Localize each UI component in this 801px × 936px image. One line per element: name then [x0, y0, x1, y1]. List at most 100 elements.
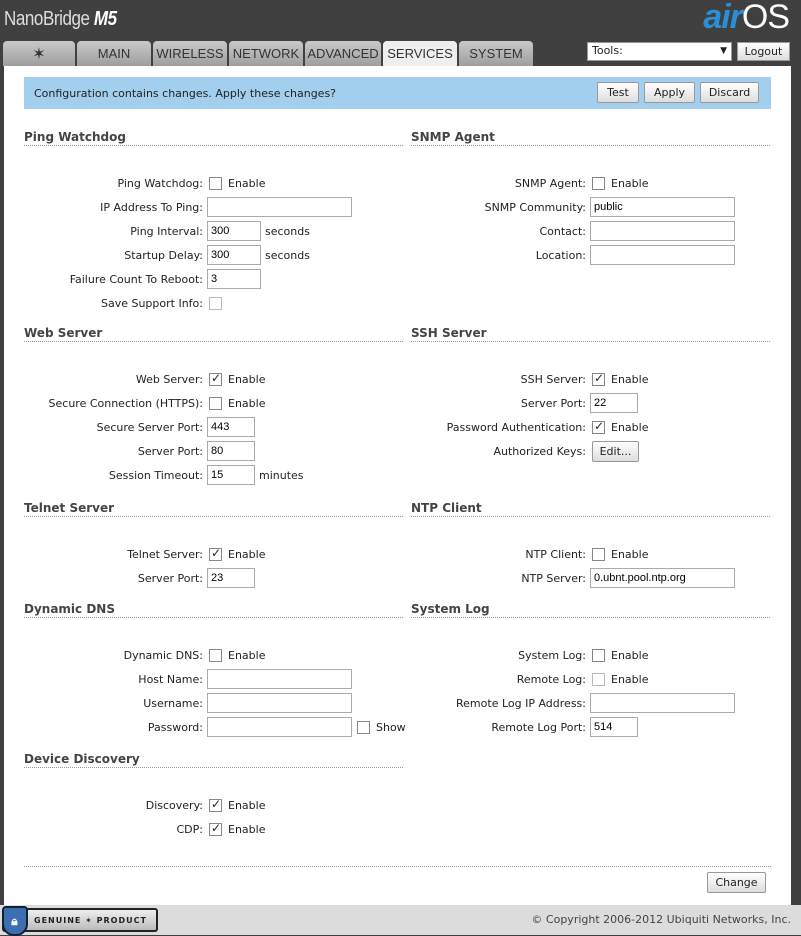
ntp-row-ntp-server: NTP Server: [411, 566, 770, 590]
server-port-input[interactable] [207, 568, 255, 588]
contact-input[interactable] [590, 221, 735, 241]
snmp-agent-checkbox[interactable] [592, 176, 605, 190]
ping-watchdog-checkbox[interactable] [209, 176, 222, 190]
web-row-web-server: Web Server: Enable [24, 367, 403, 391]
tab-main[interactable]: MAIN [77, 41, 151, 66]
ssh-server-label: SSH Server: [520, 372, 586, 386]
chevron-down-icon: ▼ [720, 46, 727, 56]
server-port-label: Server Port: [137, 571, 203, 585]
remote-log-ip-address-input[interactable] [590, 693, 735, 713]
password-show-checkbox[interactable] [357, 720, 370, 734]
syslog-row-remote-log-ip-address: Remote Log IP Address: [411, 691, 770, 715]
server-port-input[interactable] [590, 393, 638, 413]
ntp-section-title: NTP Client [411, 501, 770, 517]
ddns-row-dynamic-dns: Dynamic DNS: Enable [24, 643, 403, 667]
host-name-input[interactable] [207, 669, 352, 689]
remote-log-port-input[interactable] [590, 717, 638, 737]
secure-server-port-label: Secure Server Port: [96, 420, 203, 434]
secure-server-port-input[interactable] [207, 417, 255, 437]
tab-home[interactable]: ✶ [3, 41, 75, 66]
ping-row-ip-address-to-ping: IP Address To Ping: [24, 195, 403, 219]
discard-button[interactable]: Discard [700, 82, 759, 103]
tab-wireless[interactable]: WIRELESS [153, 41, 227, 66]
cdp-checkbox[interactable] [209, 821, 222, 836]
main-tabs: ✶ MAIN WIRELESS NETWORK ADVANCED SERVICES SYST… [3, 41, 533, 66]
ssh-section: SSH Server SSH Server: Enable Server Port: P… [411, 326, 770, 463]
ping-watchdog-checkbox-label: Enable [228, 176, 266, 190]
location-input[interactable] [590, 245, 735, 265]
tab-advanced[interactable]: ADVANCED [305, 41, 381, 66]
tab-services[interactable]: SERVICES [383, 41, 457, 66]
ssh-section-title: SSH Server [411, 326, 770, 342]
dynamic-dns-checkbox[interactable] [209, 648, 222, 662]
ntp-server-input[interactable] [590, 568, 735, 588]
tools-select[interactable]: Tools: ▼ [587, 42, 732, 61]
snmp-row-snmp-community: SNMP Community: [411, 195, 770, 219]
snmp-section: SNMP Agent SNMP Agent: Enable SNMP Communit… [411, 130, 770, 267]
server-port-input[interactable] [207, 441, 255, 461]
tab-network[interactable]: NETWORK [229, 41, 303, 66]
ping-interval-label: Ping Interval: [130, 224, 203, 238]
remote-log-ip-address-label: Remote Log IP Address: [456, 696, 586, 710]
ssh-row-ssh-server: SSH Server: Enable [411, 367, 770, 391]
startup-delay-input[interactable] [207, 245, 261, 265]
ip-address-to-ping-input[interactable] [207, 197, 352, 217]
server-port-label: Server Port: [137, 444, 203, 458]
cdp-checkbox-label: Enable [228, 822, 266, 836]
contact-label: Contact: [539, 224, 586, 238]
authorized-keys-edit-button[interactable]: Edit... [592, 440, 639, 462]
ip-address-to-ping-label: IP Address To Ping: [100, 200, 203, 214]
web-row-secure-connection-https: Secure Connection (HTTPS): Enable [24, 391, 403, 415]
ping-row-failure-count-to-reboot: Failure Count To Reboot: [24, 267, 403, 291]
test-button[interactable]: Test [597, 82, 639, 103]
snmp-row-contact: Contact: [411, 219, 770, 243]
change-button[interactable]: Change [707, 872, 766, 893]
password-input[interactable] [207, 717, 352, 737]
authorized-keys-label: Authorized Keys: [493, 444, 587, 458]
secure-connection-https-checkbox[interactable] [209, 396, 222, 410]
web-server-checkbox-label: Enable [228, 372, 266, 386]
telnet-section: Telnet Server Telnet Server: Enable Server … [24, 501, 403, 590]
web-row-secure-server-port: Secure Server Port: [24, 415, 403, 439]
password-authentication-checkbox[interactable] [592, 419, 605, 434]
tools-value: Tools: [592, 44, 623, 57]
ping-interval-input[interactable] [207, 221, 261, 241]
ping-watchdog-label: Ping Watchdog: [117, 176, 203, 190]
tab-system[interactable]: SYSTEM [459, 41, 533, 66]
ssh-server-checkbox[interactable] [592, 371, 605, 386]
ntp-section: NTP Client NTP Client: Enable NTP Server: [411, 501, 770, 590]
secure-connection-https-label: Secure Connection (HTTPS): [48, 396, 203, 410]
genuine-product-badge: 🔒︎ GENUINE ✶ PRODUCT [2, 906, 158, 936]
ssh-server-checkbox-label: Enable [611, 372, 649, 386]
system-log-checkbox[interactable] [592, 648, 605, 662]
snmp-community-label: SNMP Community: [484, 200, 586, 214]
password-authentication-label: Password Authentication: [446, 420, 586, 434]
apply-button[interactable]: Apply [644, 82, 695, 103]
discovery-section-title: Device Discovery [24, 752, 403, 768]
system-log-label: System Log: [518, 648, 586, 662]
session-timeout-input[interactable] [207, 465, 255, 485]
airos-logo: airOS [703, 0, 790, 36]
ping-section: Ping Watchdog Ping Watchdog: Enable IP Addr… [24, 130, 403, 315]
ntp-client-checkbox-label: Enable [611, 547, 649, 561]
server-port-label: Server Port: [520, 396, 586, 410]
telnet-server-checkbox[interactable] [209, 546, 222, 561]
web-server-checkbox[interactable] [209, 371, 222, 386]
discovery-checkbox[interactable] [209, 797, 222, 812]
failure-count-to-reboot-input[interactable] [207, 269, 261, 289]
ddns-section: Dynamic DNS Dynamic DNS: Enable Host Name: U… [24, 602, 406, 739]
copyright: © Copyright 2006-2012 Ubiquiti Networks,… [531, 913, 791, 926]
ntp-client-label: NTP Client: [525, 547, 586, 561]
web-rows: Web Server:EnableSecure Connection (HTTP… [24, 367, 403, 487]
username-input[interactable] [207, 693, 352, 713]
web-row-session-timeout: Session Timeout: minutes [24, 463, 403, 487]
startup-delay-unit: seconds [265, 248, 310, 262]
remote-log-port-label: Remote Log Port: [491, 720, 586, 734]
ntp-client-checkbox[interactable] [592, 547, 605, 561]
syslog-row-remote-log: Remote Log: Enable [411, 667, 770, 691]
ddns-rows: Dynamic DNS: Enable Host Name: Username: Pas… [24, 643, 406, 739]
logout-button[interactable]: Logout [737, 42, 790, 61]
snmp-community-input[interactable] [590, 197, 735, 217]
snmp-rows: SNMP Agent: Enable SNMP Community: Contact:… [411, 171, 770, 267]
telnet-row-server-port: Server Port: [24, 566, 403, 590]
